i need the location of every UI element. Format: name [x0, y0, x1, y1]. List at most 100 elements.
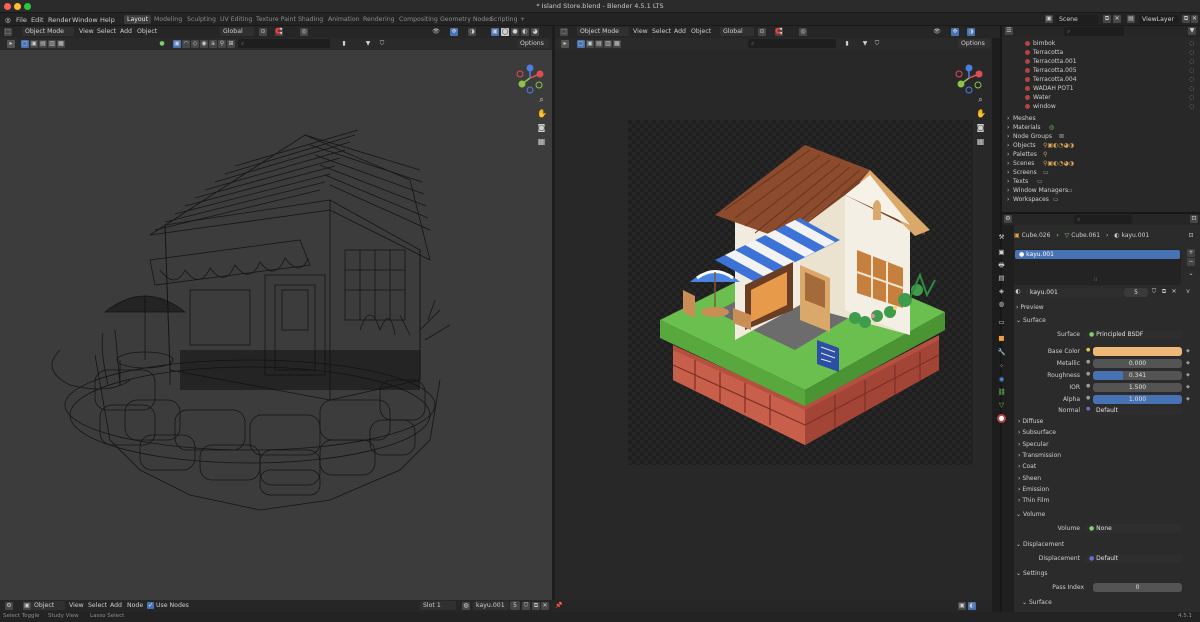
- select-new-icon[interactable]: ▢: [21, 40, 29, 48]
- subpanel-subsurface[interactable]: › Subsurface: [1018, 429, 1056, 436]
- modifier-tab-icon[interactable]: 🔧: [997, 348, 1006, 357]
- fake-user-shield-icon[interactable]: ⛉: [1150, 288, 1158, 296]
- displacement-field[interactable]: ● Default: [1085, 554, 1182, 563]
- overlays-icon[interactable]: ◑: [468, 28, 476, 36]
- constraints-tab-icon[interactable]: ⛓: [997, 388, 1006, 397]
- left-navigation-gizmo[interactable]: [512, 64, 548, 96]
- expand-arrow-icon[interactable]: ›: [1007, 169, 1009, 176]
- fake-user-icon[interactable]: ◌: [1189, 40, 1194, 47]
- properties-type-icon[interactable]: ⚙: [1004, 215, 1012, 223]
- right-menu-object[interactable]: Object: [691, 28, 711, 35]
- panel-preview[interactable]: › Preview: [1016, 304, 1044, 311]
- select-intersect-icon[interactable]: ▦: [57, 40, 65, 48]
- gizmo-icon[interactable]: ✥: [951, 28, 959, 36]
- material-users-count[interactable]: 5: [510, 601, 520, 610]
- scene-icon[interactable]: ▣: [1045, 15, 1053, 23]
- proportional-edit-icon[interactable]: ◎: [300, 28, 308, 36]
- outliner-search[interactable]: ⌕: [1064, 27, 1124, 36]
- bookmark-icon[interactable]: ▮: [843, 40, 851, 48]
- camera-view-icon[interactable]: ◙: [537, 123, 546, 132]
- subpanel-thin-film[interactable]: › Thin Film: [1018, 497, 1049, 504]
- pin-icon[interactable]: 📌: [555, 602, 563, 610]
- expand-arrow-icon[interactable]: ›: [1007, 133, 1009, 140]
- tab-layout[interactable]: Layout: [124, 15, 152, 24]
- tab-animation[interactable]: Animation: [325, 15, 363, 24]
- left-3d-viewport[interactable]: ⌕ ✋ ◙ ▦: [0, 50, 552, 600]
- output-tab-icon[interactable]: 🖶: [997, 261, 1006, 270]
- node-menu-node[interactable]: Node: [127, 602, 143, 609]
- subpanel-sheen[interactable]: › Sheen: [1018, 475, 1041, 482]
- panel-displacement[interactable]: ⌄ Displacement: [1016, 541, 1064, 548]
- right-menu-select[interactable]: Select: [652, 28, 671, 35]
- outliner-category-meshes[interactable]: › Meshes: [1005, 115, 1195, 124]
- delete-view-layer-icon[interactable]: ✕: [1191, 15, 1198, 23]
- filter-icon[interactable]: ▼: [861, 40, 869, 48]
- keyframe-dot-icon[interactable]: ◆: [1186, 348, 1190, 354]
- menu-file[interactable]: File: [16, 16, 27, 24]
- duplicate-material-icon[interactable]: ⧉: [1160, 288, 1168, 296]
- unlink-material-icon[interactable]: ✕: [1170, 288, 1178, 296]
- subpanel-coat[interactable]: › Coat: [1018, 463, 1036, 470]
- filter-icon[interactable]: ▼: [1188, 27, 1196, 35]
- pivot-icon[interactable]: ⊙: [758, 28, 766, 36]
- select-subtract-icon[interactable]: ▤: [39, 40, 47, 48]
- editor-type-icon[interactable]: ⬚: [4, 28, 12, 36]
- overlays-icon[interactable]: ◑: [967, 28, 975, 36]
- select-tool-icon[interactable]: ▸: [561, 40, 569, 48]
- tab-sculpting[interactable]: Sculpting: [184, 15, 219, 24]
- surface-shader-field[interactable]: ● Principled BSDF: [1085, 330, 1182, 339]
- select-intersect-icon[interactable]: ▦: [613, 40, 621, 48]
- properties-search[interactable]: ⌕: [1074, 215, 1132, 224]
- use-nodes-checkbox[interactable]: ✓: [147, 602, 154, 609]
- select-new-icon[interactable]: ▢: [577, 40, 585, 48]
- expand-arrow-icon[interactable]: ›: [1007, 151, 1009, 158]
- property-slider-metallic[interactable]: 0.000: [1093, 359, 1182, 368]
- keyframe-dot-icon[interactable]: ◆: [1186, 384, 1190, 390]
- property-slider-roughness[interactable]: 0.341: [1093, 371, 1182, 380]
- tool-tab-icon[interactable]: ⚒: [997, 233, 1006, 242]
- camera-view-icon[interactable]: ◙: [976, 123, 985, 132]
- outliner-material-row[interactable]: Terracotta.004 ◌: [1005, 76, 1195, 85]
- duplicate-material-icon[interactable]: ⧉: [532, 602, 540, 610]
- outliner-category-workspaces[interactable]: › Workspaces ▭: [1005, 196, 1195, 205]
- outliner-category-materials[interactable]: › Materials ◎: [1005, 124, 1195, 133]
- view-layer-selector[interactable]: ViewLayer: [1139, 15, 1179, 24]
- select-tool-icon[interactable]: ▸: [7, 40, 15, 48]
- base-color-swatch[interactable]: [1093, 347, 1182, 356]
- property-slider-ior[interactable]: 1.500: [1093, 383, 1182, 392]
- snap-icon[interactable]: 🧲: [275, 28, 283, 36]
- expand-arrow-icon[interactable]: ›: [1007, 196, 1009, 203]
- outliner-category-node-groups[interactable]: › Node Groups ⊠: [1005, 133, 1195, 142]
- zoom-icon[interactable]: ⌕: [976, 95, 985, 104]
- outliner-material-row[interactable]: Terracotta ◌: [1005, 49, 1195, 58]
- shading-material-icon[interactable]: ◐: [521, 28, 529, 36]
- outliner-material-row[interactable]: Terracotta.005 ◌: [1005, 67, 1195, 76]
- fake-user-icon[interactable]: ◌: [1189, 103, 1194, 110]
- new-view-layer-icon[interactable]: ⧉: [1182, 15, 1190, 23]
- left-mode-selector[interactable]: Object Mode: [22, 27, 74, 36]
- outliner-material-row[interactable]: Water ◌: [1005, 94, 1195, 103]
- filter-armature-icon[interactable]: ⚲: [218, 40, 226, 48]
- outliner-category-window-managers[interactable]: › Window Managers ▭: [1005, 187, 1195, 196]
- right-menu-view[interactable]: View: [633, 28, 648, 35]
- material-tab-icon[interactable]: ●: [997, 414, 1006, 423]
- fake-user-shield-icon[interactable]: ⛉: [522, 602, 530, 610]
- keyframe-dot-icon[interactable]: ◆: [1186, 360, 1190, 366]
- fake-user-icon[interactable]: ◌: [1189, 76, 1194, 83]
- node-menu-add[interactable]: Add: [110, 602, 122, 609]
- filter-text-icon[interactable]: a: [209, 40, 217, 48]
- right-options-button[interactable]: Options: [958, 39, 990, 48]
- right-navigation-gizmo[interactable]: [951, 64, 987, 96]
- expand-arrow-icon[interactable]: ›: [1007, 124, 1009, 131]
- pan-hand-icon[interactable]: ✋: [537, 109, 547, 118]
- filter-curve-icon[interactable]: ◠: [182, 40, 190, 48]
- subpanel-diffuse[interactable]: › Diffuse: [1018, 418, 1043, 425]
- render-tab-icon[interactable]: ▣: [997, 248, 1006, 257]
- pin-icon[interactable]: ⊡: [1190, 215, 1198, 223]
- filter-icon[interactable]: ▼: [364, 40, 372, 48]
- pan-hand-icon[interactable]: ✋: [976, 109, 986, 118]
- pivot-icon[interactable]: ⊙: [259, 28, 267, 36]
- left-options-button[interactable]: Options: [517, 39, 549, 48]
- filter-meta-icon[interactable]: ◉: [200, 40, 208, 48]
- select-invert-icon[interactable]: ▥: [604, 40, 612, 48]
